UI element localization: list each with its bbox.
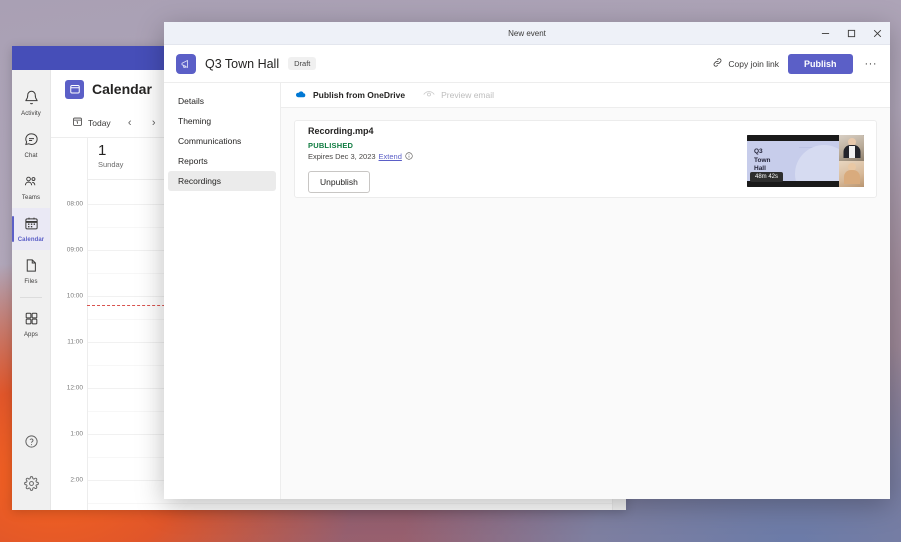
calendar-icon <box>65 79 84 99</box>
recording-info: Recording.mp4 PUBLISHED Expires Dec 3, 2… <box>308 126 413 193</box>
nav-item-reports[interactable]: Reports <box>168 151 276 171</box>
time-label: 10:00 <box>66 292 83 300</box>
recording-thumbnail[interactable]: Q3 Town Hall 48m 42s <box>747 135 864 187</box>
tab-publish-from-onedrive[interactable]: Publish from OneDrive <box>295 83 405 108</box>
dialog-nav: Details Theming Communications Reports R… <box>164 83 281 499</box>
info-circle-icon[interactable] <box>405 151 413 162</box>
publish-button[interactable]: Publish <box>787 53 853 74</box>
nav-item-recordings[interactable]: Recordings <box>168 171 276 191</box>
expiry-text: Expires Dec 3, 2023 <box>308 152 376 161</box>
townhall-megaphone-icon <box>176 53 196 74</box>
teams-app-rail: Activity Chat Teams Calendar Files Apps <box>12 70 50 510</box>
sidebar-item-label: Teams <box>21 194 41 201</box>
participant-tiles <box>839 135 864 187</box>
gear-icon[interactable] <box>23 476 39 496</box>
desktop-wallpaper: Activity Chat Teams Calendar Files Apps … <box>0 0 901 542</box>
recording-card: Recording.mp4 PUBLISHED Expires Dec 3, 2… <box>294 120 877 198</box>
calendar-icon <box>24 216 39 236</box>
participant-tile <box>839 135 864 161</box>
nav-item-theming[interactable]: Theming <box>168 111 276 131</box>
time-label: 11:00 <box>67 338 83 346</box>
tab-label: Preview email <box>441 90 495 100</box>
time-label: 12:00 <box>66 384 83 392</box>
file-icon <box>24 258 38 278</box>
thumbnail-slide-area: Q3 Town Hall 48m 42s <box>747 135 839 187</box>
half-hour-gridline <box>88 503 612 504</box>
participant-tile <box>839 161 864 187</box>
avatar-body <box>843 170 860 184</box>
sidebar-item-label: Files <box>24 278 38 285</box>
sidebar-item-label: Chat <box>24 152 38 159</box>
time-label: 2:00 <box>70 476 83 484</box>
copy-join-link-button[interactable]: Copy join link <box>712 57 779 70</box>
sidebar-item-files[interactable]: Files <box>12 250 50 292</box>
status-badge: Draft <box>288 57 317 70</box>
dialog-content: Publish from OneDrive Preview email Reco… <box>281 83 890 499</box>
dialog-titlebar[interactable]: New event <box>164 22 890 45</box>
rail-bottom-group <box>12 434 50 496</box>
sidebar-item-label: Apps <box>23 331 39 338</box>
calendar-today-icon <box>72 116 83 129</box>
content-tabs: Publish from OneDrive Preview email <box>281 83 890 108</box>
page-title: Calendar <box>92 81 152 97</box>
new-event-dialog: New event Q3 Town Hall Draft Copy join l… <box>164 22 890 499</box>
time-label: 1:00 <box>70 430 83 438</box>
dialog-header-actions: Copy join link Publish ··· <box>712 53 881 74</box>
dialog-header: Q3 Town Hall Draft Copy join link Publis… <box>164 45 890 82</box>
bell-icon <box>24 90 39 110</box>
onedrive-cloud-icon <box>295 90 307 101</box>
slide-title: Q3 Town Hall <box>754 148 771 172</box>
recording-expiry: Expires Dec 3, 2023 Extend <box>308 151 413 162</box>
event-title: Q3 Town Hall <box>205 56 280 71</box>
slide-graphic <box>799 147 833 169</box>
today-button[interactable]: Today <box>67 113 116 132</box>
recording-status: PUBLISHED <box>308 140 354 150</box>
sidebar-item-chat[interactable]: Chat <box>12 124 50 166</box>
time-label: 09:00 <box>66 246 83 254</box>
today-label: Today <box>88 117 111 128</box>
sidebar-item-activity[interactable]: Activity <box>12 82 50 124</box>
chat-icon <box>24 132 39 152</box>
dialog-body: Details Theming Communications Reports R… <box>164 82 890 499</box>
sidebar-item-label: Calendar <box>17 236 45 243</box>
next-period-button[interactable]: › <box>144 114 164 132</box>
link-icon <box>712 57 723 70</box>
unpublish-button[interactable]: Unpublish <box>308 170 370 193</box>
help-circle-icon[interactable] <box>24 434 39 454</box>
tab-preview-email: Preview email <box>423 83 494 108</box>
apps-grid-icon <box>24 311 39 331</box>
recordings-list: Recording.mp4 PUBLISHED Expires Dec 3, 2… <box>281 108 890 210</box>
time-axis: 08:0009:0010:0011:0012:001:002:003:00 <box>51 138 87 510</box>
sidebar-item-apps[interactable]: Apps <box>12 303 50 345</box>
copy-join-link-label: Copy join link <box>728 58 779 69</box>
teams-people-icon <box>23 174 39 194</box>
dialog-title: New event <box>508 28 546 38</box>
recording-file-name: Recording.mp4 <box>308 125 374 136</box>
eye-preview-icon <box>423 90 435 101</box>
extend-link[interactable]: Extend <box>379 152 402 161</box>
sidebar-item-teams[interactable]: Teams <box>12 166 50 208</box>
tab-label: Publish from OneDrive <box>313 90 406 100</box>
sidebar-item-label: Activity <box>21 110 41 117</box>
rail-divider <box>20 297 42 298</box>
prev-period-button[interactable]: ‹ <box>120 114 140 132</box>
more-options-button[interactable]: ··· <box>862 58 881 70</box>
sidebar-item-calendar[interactable]: Calendar <box>12 208 50 250</box>
time-label: 08:00 <box>66 200 83 208</box>
avatar-shirt <box>848 146 855 158</box>
nav-item-details[interactable]: Details <box>168 91 276 111</box>
duration-badge: 48m 42s <box>750 172 784 182</box>
nav-item-communications[interactable]: Communications <box>168 131 276 151</box>
